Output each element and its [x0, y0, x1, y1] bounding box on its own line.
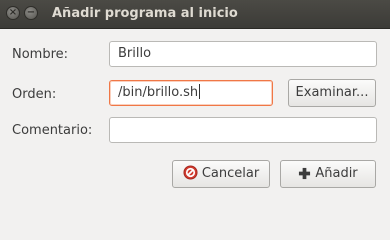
name-field[interactable]: Brillo: [109, 41, 377, 67]
text-caret: [199, 84, 201, 99]
cancel-label: Cancelar: [201, 166, 260, 181]
add-label: Añadir: [315, 166, 358, 181]
add-button[interactable]: Añadir: [280, 160, 376, 188]
cancel-button[interactable]: Cancelar: [172, 160, 270, 188]
close-window-button[interactable]: ×: [6, 6, 20, 20]
command-field[interactable]: /bin/brillo.sh: [109, 80, 273, 106]
name-label: Nombre:: [12, 47, 69, 62]
window-title: Añadir programa al inicio: [52, 6, 238, 21]
comment-field[interactable]: [109, 117, 377, 143]
title-bar: × − Añadir programa al inicio: [0, 0, 390, 29]
command-value: /bin/brillo.sh: [118, 85, 199, 100]
plus-icon: [298, 164, 311, 190]
command-label: Orden:: [12, 87, 57, 102]
minimize-window-button[interactable]: −: [24, 6, 38, 20]
browse-button[interactable]: Examinar...: [288, 79, 376, 107]
cancel-icon: [183, 164, 198, 190]
comment-label: Comentario:: [12, 123, 93, 138]
